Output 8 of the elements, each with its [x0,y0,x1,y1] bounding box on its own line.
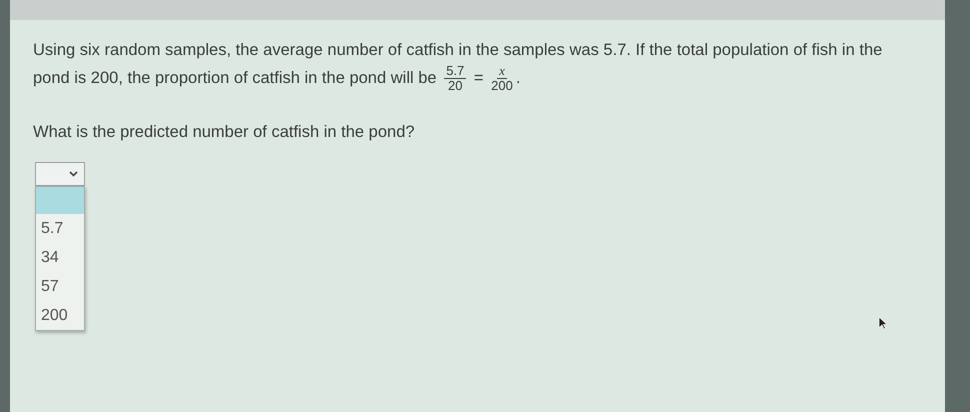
dropdown-option[interactable]: 5.7 [36,214,84,244]
dropdown-option[interactable]: 200 [36,301,84,330]
chevron-down-icon [69,171,78,178]
mouse-cursor-icon [878,316,888,330]
dropdown-option[interactable]: 34 [36,243,84,272]
question-prompt: What is the predicted number of catfish in the pond? [33,123,416,142]
answer-dropdown[interactable] [35,162,85,186]
dropdown-option[interactable]: 57 [36,272,84,302]
